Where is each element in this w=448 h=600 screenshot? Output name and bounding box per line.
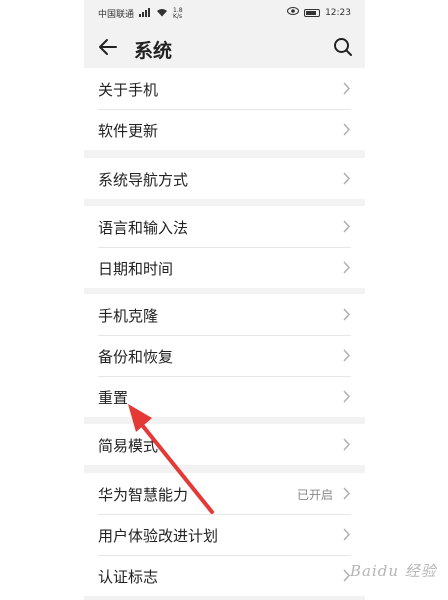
chevron-right-icon [343,308,351,321]
settings-item-phone-clone[interactable]: 手机克隆 [84,294,365,335]
settings-item-reset[interactable]: 重置 [84,376,365,417]
settings-item-label: 语言和输入法 [98,219,189,237]
settings-group-6: 华为智慧能力 已开启 用户体验改进计划 认证标志 [84,473,365,596]
settings-group-4: 手机克隆 备份和恢复 重置 [84,294,365,417]
chevron-right-icon [343,438,351,451]
chevron-right-icon [343,123,351,136]
clock-label: 12:23 [325,7,351,18]
wifi-icon [156,8,168,20]
settings-item-user-experience[interactable]: 用户体验改进计划 [84,514,365,555]
arrow-left-icon[interactable] [96,35,120,59]
settings-item-simple-mode[interactable]: 简易模式 [84,424,365,465]
settings-item-system-navigation[interactable]: 系统导航方式 [84,158,365,199]
settings-screen: 中国联通 1.8 K/s 12:23 系统 关于手机 软件更新 系统导航方式 语… [84,0,365,600]
settings-group-2: 系统导航方式 [84,158,365,199]
settings-group-1: 关于手机 软件更新 [84,68,365,150]
settings-item-label: 用户体验改进计划 [98,527,219,545]
settings-item-about-phone[interactable]: 关于手机 [84,68,365,109]
settings-item-label: 日期和时间 [98,260,174,278]
settings-item-label: 认证标志 [98,568,159,586]
chevron-right-icon [343,82,351,95]
settings-item-certification[interactable]: 认证标志 [84,555,365,596]
settings-item-label: 重置 [98,389,129,407]
status-bar: 中国联通 1.8 K/s 12:23 [84,0,365,26]
chevron-right-icon [343,528,351,541]
chevron-right-icon [343,261,351,274]
settings-item-label: 手机克隆 [98,307,159,325]
chevron-right-icon [343,349,351,362]
carrier-label: 中国联通 [98,10,135,20]
chevron-right-icon [343,220,351,233]
settings-item-label: 华为智慧能力 [98,486,189,504]
settings-group-3: 语言和输入法 日期和时间 [84,206,365,288]
battery-icon [304,8,321,17]
settings-group-5: 简易模式 [84,424,365,465]
settings-item-software-update[interactable]: 软件更新 [84,109,365,150]
eye-comfort-icon [287,7,300,18]
watermark: Baidu 经验 [350,562,437,580]
page-header: 系统 [84,26,365,70]
chevron-right-icon [343,390,351,403]
search-icon[interactable] [331,35,355,59]
chevron-right-icon [343,172,351,185]
signal-icon [139,7,151,20]
settings-item-status: 已开启 [296,488,333,502]
settings-item-date-time[interactable]: 日期和时间 [84,247,365,288]
settings-item-label: 关于手机 [98,81,159,99]
chevron-right-icon [343,487,351,500]
page-title: 系统 [134,40,173,62]
battery-fill [306,10,316,15]
settings-item-huawei-assistant[interactable]: 华为智慧能力 已开启 [84,473,365,514]
settings-item-language-input[interactable]: 语言和输入法 [84,206,365,247]
settings-item-label: 备份和恢复 [98,348,174,366]
settings-item-label: 系统导航方式 [98,171,189,189]
settings-item-label: 软件更新 [98,122,159,140]
settings-item-backup-restore[interactable]: 备份和恢复 [84,335,365,376]
settings-item-label: 简易模式 [98,437,159,455]
net-speed-label: 1.8 K/s [173,6,183,20]
